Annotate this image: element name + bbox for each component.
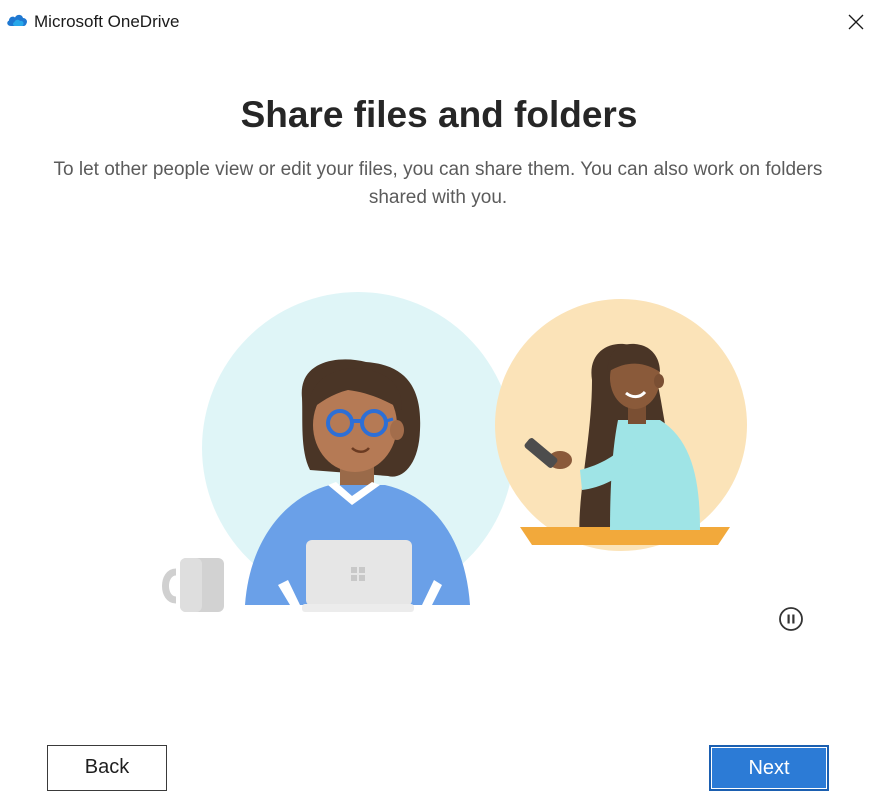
window-title: Microsoft OneDrive [34, 12, 180, 31]
page-subtitle: To let other people view or edit your fi… [53, 159, 823, 208]
next-button[interactable]: Next [709, 745, 829, 791]
back-button[interactable]: Back [47, 745, 167, 791]
close-button[interactable] [838, 4, 874, 40]
pause-icon [779, 607, 803, 631]
share-illustration [162, 292, 747, 612]
close-icon [848, 14, 864, 30]
onedrive-cloud-icon [7, 14, 28, 26]
title-bar: Microsoft OneDrive [0, 0, 878, 44]
page-title: Share files and folders [240, 94, 638, 135]
pause-animation-button[interactable] [778, 606, 804, 632]
